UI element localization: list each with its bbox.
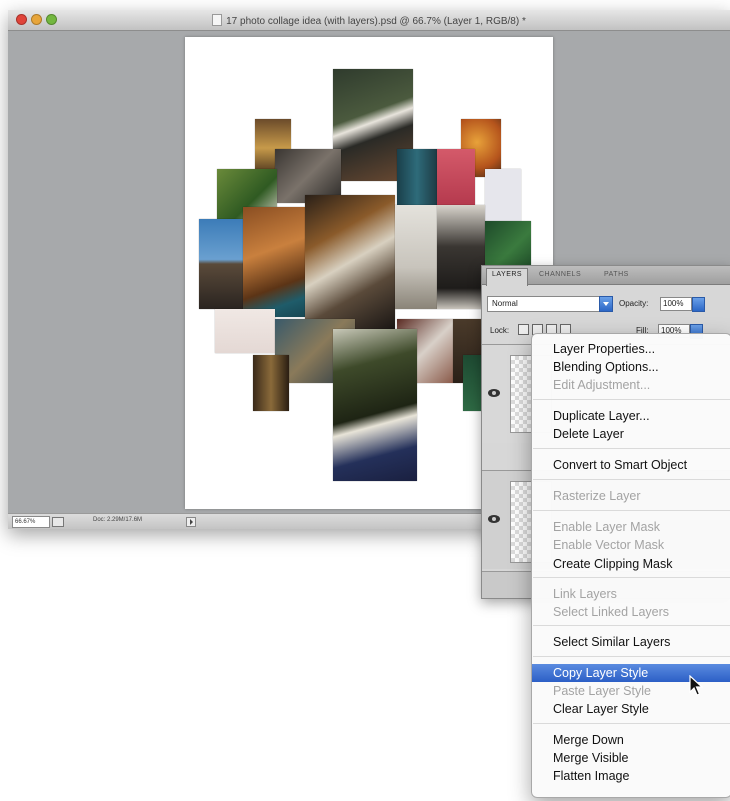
collage-photo: [305, 195, 395, 329]
menu-item-layer-properties[interactable]: Layer Properties...: [532, 340, 730, 358]
menu-separator: [533, 399, 730, 400]
blend-mode-select[interactable]: Normal: [487, 296, 613, 312]
blend-mode-value: Normal: [492, 299, 518, 308]
menu-separator: [533, 448, 730, 449]
menu-separator: [533, 625, 730, 626]
mouse-pointer-icon: [689, 675, 703, 696]
collage-photo: [437, 149, 475, 205]
menu-separator: [533, 479, 730, 480]
collage-photo: [395, 205, 437, 309]
menu-item-duplicate-layer[interactable]: Duplicate Layer...: [532, 407, 730, 425]
menu-item-enable-vector-mask: Enable Vector Mask: [553, 538, 665, 552]
menu-item-blending-options[interactable]: Blending Options...: [532, 358, 730, 376]
menu-separator: [533, 510, 730, 511]
collage-photo: [437, 205, 485, 309]
zoom-level-field[interactable]: 66.67%: [12, 516, 50, 528]
menu-separator: [533, 723, 730, 724]
collage-photo: [485, 169, 521, 221]
tab-channels[interactable]: CHANNELS: [534, 269, 586, 280]
opacity-stepper-icon[interactable]: [692, 297, 705, 312]
lock-label: Lock:: [490, 326, 510, 335]
status-info-icon[interactable]: [52, 517, 64, 527]
window-title: 17 photo collage idea (with layers).psd …: [226, 16, 526, 27]
tab-layers[interactable]: LAYERS: [486, 268, 529, 286]
eye-icon[interactable]: [488, 389, 500, 397]
menu-item-delete-layer[interactable]: Delete Layer: [532, 425, 730, 443]
menu-item-flatten-image[interactable]: Flatten Image: [532, 767, 730, 785]
collage-photo: [397, 149, 437, 205]
collage-photo: [333, 329, 417, 481]
menu-separator: [533, 577, 730, 578]
menu-item-link-layers: Link Layers: [553, 587, 617, 601]
menu-item-merge-down[interactable]: Merge Down: [532, 731, 730, 749]
document-icon: [212, 14, 223, 26]
menu-item-enable-layer-mask: Enable Layer Mask: [553, 520, 661, 534]
collage-photo: [243, 207, 305, 317]
eye-icon[interactable]: [488, 515, 500, 523]
menu-item-edit-adjustment: Edit Adjustment...: [553, 378, 651, 392]
menu-item-rasterize-layer: Rasterize Layer: [553, 489, 641, 503]
menu-separator: [533, 656, 730, 657]
tab-paths[interactable]: PATHS: [599, 269, 634, 280]
panel-tab-bar: LAYERS CHANNELS PATHS: [482, 266, 730, 286]
menu-item-clear-layer-style[interactable]: Clear Layer Style: [532, 700, 730, 718]
title-bar[interactable]: 17 photo collage idea (with layers).psd …: [8, 10, 730, 31]
blend-mode-dropdown-icon[interactable]: [599, 296, 613, 312]
document-size: Doc: 2.29M/17.6M: [93, 517, 143, 523]
menu-item-select-linked-layers: Select Linked Layers: [553, 605, 670, 619]
opacity-label: Opacity:: [619, 299, 649, 308]
menu-item-select-similar-layers[interactable]: Select Similar Layers: [532, 633, 730, 651]
collage-photo: [253, 355, 289, 411]
collage-photo: [215, 309, 275, 353]
menu-item-convert-to-smart-object[interactable]: Convert to Smart Object: [532, 456, 730, 474]
opacity-input[interactable]: 100%: [660, 297, 692, 311]
lock-transparency-icon[interactable]: [518, 324, 529, 335]
collage-photo: [199, 219, 243, 309]
layer-context-menu: Layer Properties... Blending Options... …: [531, 333, 730, 798]
menu-item-merge-visible[interactable]: Merge Visible: [532, 749, 730, 767]
menu-item-create-clipping-mask[interactable]: Create Clipping Mask: [532, 555, 730, 573]
status-menu-arrow-icon[interactable]: [186, 517, 196, 527]
